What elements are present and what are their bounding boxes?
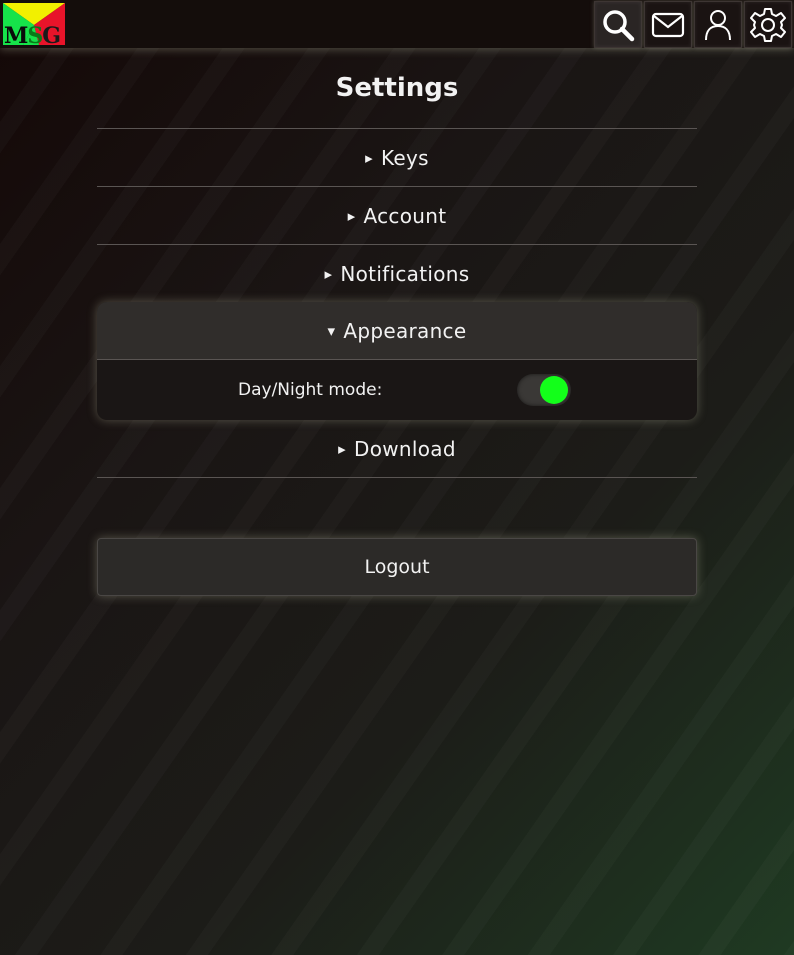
page-title: Settings [335, 73, 459, 103]
section-account: ▸ Account [97, 186, 697, 244]
section-label: Account [363, 203, 447, 228]
section-label: Appearance [343, 318, 467, 343]
gear-icon [750, 7, 786, 42]
collapse-caret-icon: ▾ [327, 321, 336, 340]
search-icon [603, 9, 635, 41]
expand-caret-icon: ▸ [324, 264, 333, 283]
profile-button[interactable] [694, 1, 742, 48]
expand-caret-icon: ▸ [338, 439, 346, 458]
section-label: Notifications [340, 261, 470, 286]
top-bar: MSG [0, 0, 794, 48]
section-notifications: ▸ Notifications [97, 244, 697, 302]
section-header-appearance[interactable]: ▾ Appearance [97, 302, 697, 360]
expand-caret-icon: ▸ [347, 206, 356, 225]
search-button[interactable] [594, 1, 642, 48]
mail-button[interactable] [644, 1, 692, 48]
appearance-body: Day/Night mode: [97, 360, 697, 420]
app-logo[interactable]: MSG [3, 3, 65, 45]
section-download: ▸ Download [97, 420, 697, 478]
user-icon [705, 9, 731, 40]
section-header-account[interactable]: ▸ Account [97, 187, 697, 244]
logo-letter-m: M [4, 23, 28, 45]
logo-text: MSG [4, 23, 61, 45]
section-label: Download [354, 436, 456, 461]
logo-letter-s: S [27, 23, 43, 45]
logout-button[interactable]: Logout [97, 538, 697, 596]
logo-letter-g: G [42, 23, 61, 45]
expand-caret-icon: ▸ [365, 148, 373, 167]
settings-button[interactable] [744, 1, 792, 48]
section-keys: ▸ Keys [97, 128, 697, 186]
section-header-notifications[interactable]: ▸ Notifications [97, 245, 697, 302]
section-header-download[interactable]: ▸ Download [97, 420, 697, 477]
section-label: Keys [380, 145, 429, 170]
section-header-keys[interactable]: ▸ Keys [97, 129, 697, 186]
mail-icon [651, 12, 685, 37]
day-night-label: Day/Night mode: [238, 380, 383, 400]
settings-panel: Settings ▸ Keys ▸ Account ▸ Notification… [97, 60, 697, 478]
toggle-knob [540, 376, 568, 404]
day-night-toggle[interactable] [517, 374, 571, 406]
section-appearance: ▾ Appearance Day/Night mode: [97, 302, 697, 420]
